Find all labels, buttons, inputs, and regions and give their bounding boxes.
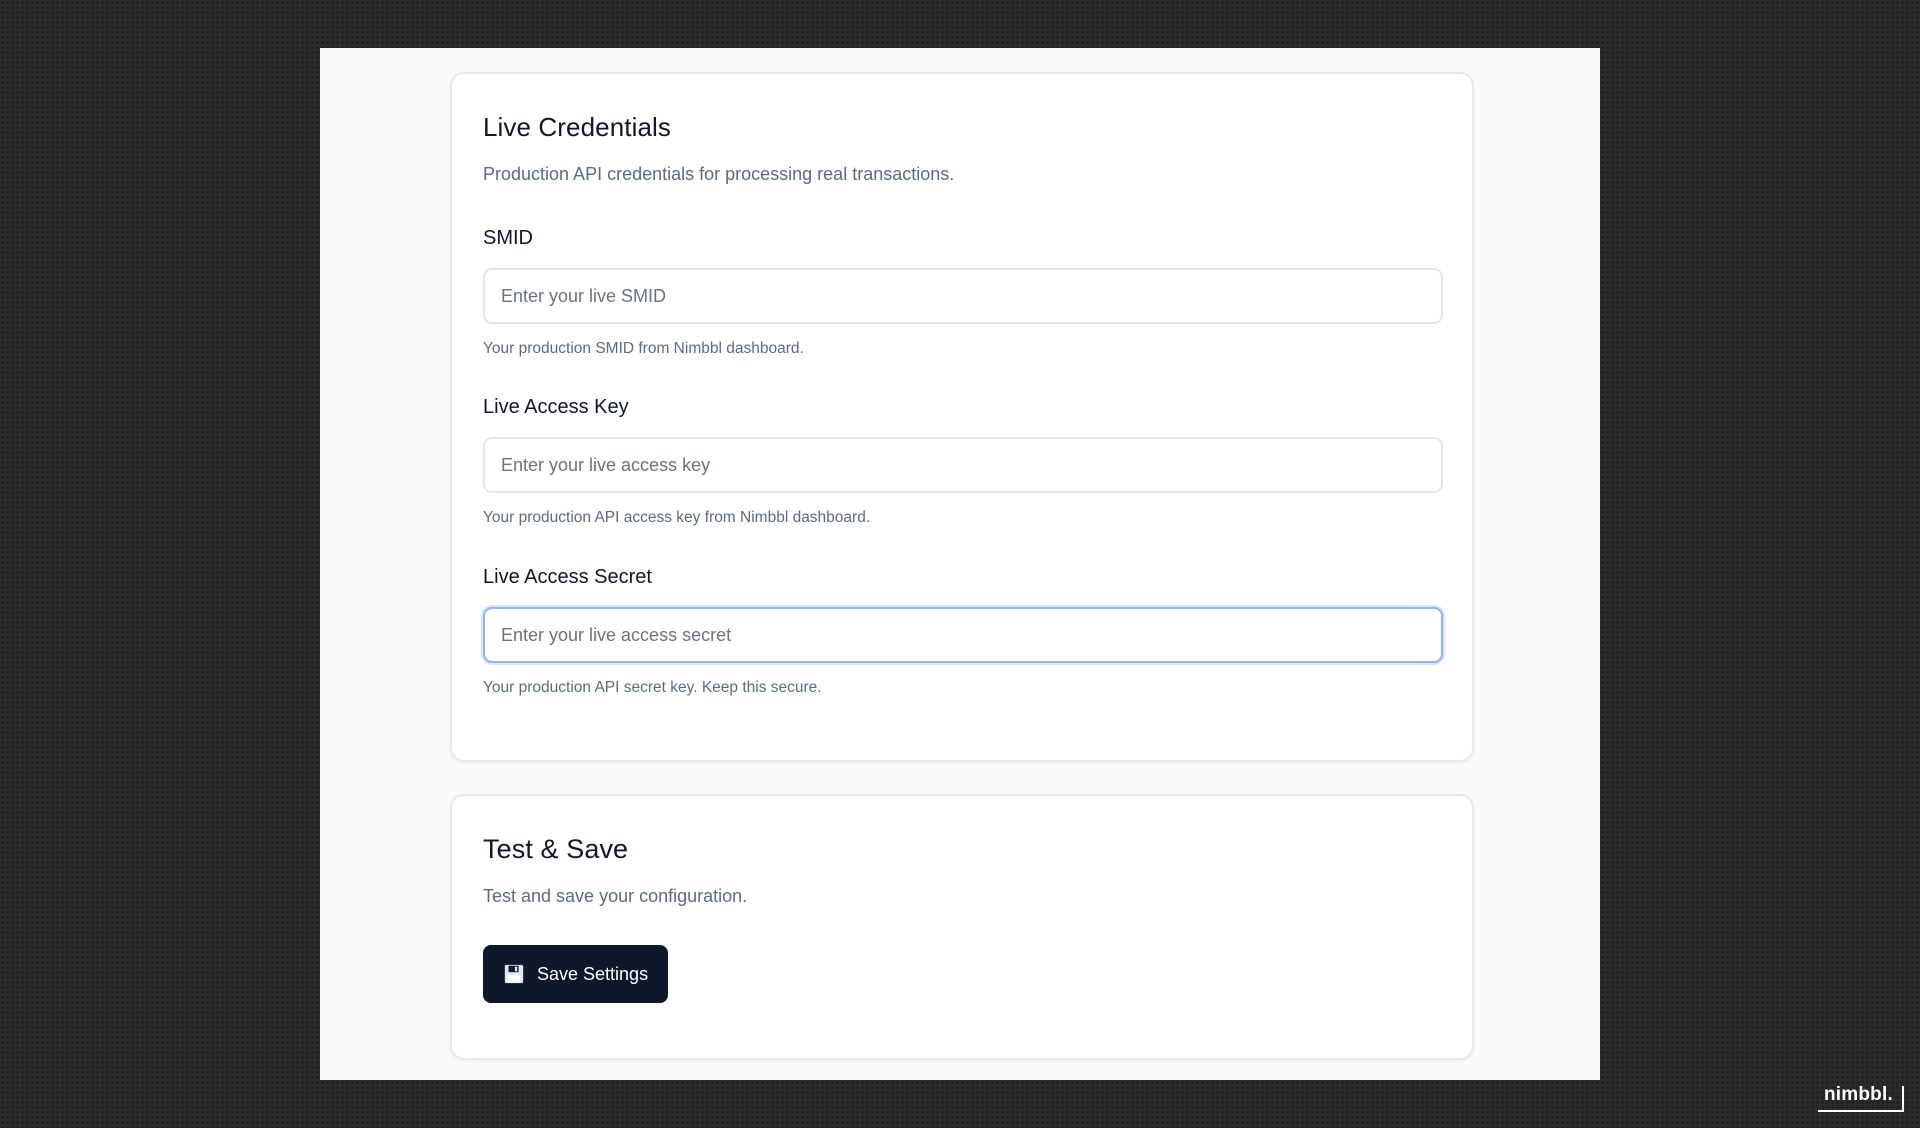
save-settings-button[interactable]: Save Settings bbox=[483, 945, 669, 1003]
test-save-card: Test & Save Test and save your configura… bbox=[450, 794, 1474, 1060]
app-screen: Live Credentials Production API credenti… bbox=[320, 48, 1600, 1080]
live-access-key-hint: Your production API access key from Nimb… bbox=[483, 509, 871, 526]
live-access-key-field-group: Live Access Key Your production API acce… bbox=[483, 393, 1445, 529]
brand-underline-mark bbox=[1818, 1110, 1902, 1112]
floppy-disk-icon bbox=[504, 964, 524, 984]
brand-bar-mark bbox=[1902, 1086, 1904, 1112]
smid-hint: Your production SMID from Nimbbl dashboa… bbox=[483, 340, 804, 357]
brand-logo: nimbbl. bbox=[1818, 1082, 1904, 1112]
live-access-secret-hint: Your production API secret key. Keep thi… bbox=[483, 679, 822, 696]
smid-field-group: SMID Your production SMID from Nimbbl da… bbox=[483, 224, 1445, 360]
smid-input[interactable] bbox=[483, 268, 1443, 324]
save-settings-label: Save Settings bbox=[537, 963, 649, 984]
test-save-title: Test & Save bbox=[483, 834, 629, 864]
live-access-secret-field-group: Live Access Secret Your production API s… bbox=[483, 563, 1445, 699]
live-credentials-description: Production API credentials for processin… bbox=[483, 164, 955, 184]
live-access-key-input[interactable] bbox=[483, 437, 1443, 493]
smid-label: SMID bbox=[483, 227, 533, 249]
live-credentials-card: Live Credentials Production API credenti… bbox=[450, 72, 1474, 762]
live-access-key-label: Live Access Key bbox=[483, 396, 629, 418]
live-access-secret-input[interactable] bbox=[483, 607, 1443, 663]
test-save-description: Test and save your configuration. bbox=[483, 886, 748, 906]
live-access-secret-label: Live Access Secret bbox=[483, 566, 652, 588]
brand-name: nimbbl. bbox=[1824, 1084, 1893, 1105]
live-credentials-title: Live Credentials bbox=[483, 112, 672, 142]
